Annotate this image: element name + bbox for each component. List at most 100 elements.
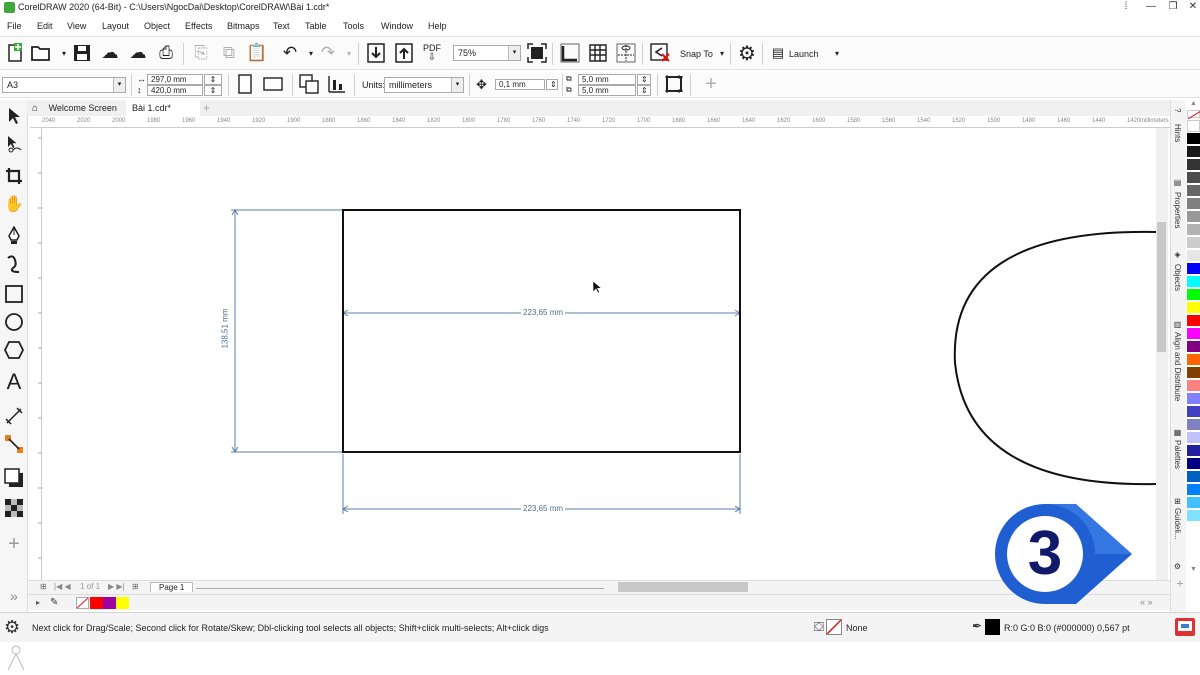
show-rulers-icon[interactable]: [559, 42, 581, 64]
palette-swatch[interactable]: [1187, 185, 1200, 197]
publish-pdf-icon[interactable]: PDF ⇩: [421, 42, 443, 64]
vertical-dimension-line[interactable]: [231, 209, 343, 453]
ellipse-shape[interactable]: [953, 230, 1157, 486]
no-color-swatch[interactable]: [1187, 110, 1200, 120]
nudge-distance-field[interactable]: 0,1 mm: [495, 79, 545, 90]
menu-view[interactable]: View: [67, 21, 86, 31]
launch-label[interactable]: Launch: [789, 49, 819, 59]
undo-icon[interactable]: ↶: [279, 42, 301, 64]
palette-swatch[interactable]: [1187, 133, 1200, 145]
palette-swatch[interactable]: [1187, 276, 1200, 288]
snap-to-label[interactable]: Snap To: [680, 49, 713, 59]
paste-icon[interactable]: 📋: [246, 42, 268, 64]
palette-swatch[interactable]: [1187, 224, 1200, 236]
redo-dropdown-icon[interactable]: ▾: [338, 42, 360, 64]
doc-swatch-yellow[interactable]: [116, 597, 129, 609]
horizontal-scrollbar-thumb[interactable]: [618, 582, 748, 592]
menu-file[interactable]: File: [7, 21, 22, 31]
page-border-icon[interactable]: [663, 73, 685, 95]
page-height-field[interactable]: 420,0 mm: [147, 85, 203, 96]
launch-application-icon[interactable]: ▤: [767, 42, 789, 64]
add-icon[interactable]: +: [700, 73, 722, 95]
palette-swatch[interactable]: [1187, 484, 1200, 496]
current-page-icon[interactable]: [326, 73, 348, 95]
palette-swatch[interactable]: [1187, 458, 1200, 470]
duplicate-distance-y-field[interactable]: 5,0 mm: [578, 85, 636, 96]
text-tool-icon[interactable]: A: [3, 369, 25, 394]
outline-pen-icon[interactable]: ✒: [972, 619, 982, 633]
docker-tab-properties[interactable]: Properties: [1173, 192, 1182, 228]
pick-tool-icon[interactable]: [3, 104, 25, 128]
docker-tab-objects[interactable]: Objects: [1173, 264, 1182, 291]
menu-window[interactable]: Window: [381, 21, 413, 31]
docker-tab-palettes[interactable]: Palettes: [1173, 440, 1182, 469]
snap-off-icon[interactable]: [649, 42, 671, 64]
all-pages-icon[interactable]: [298, 73, 320, 95]
docker-settings-icon[interactable]: ⚙: [1173, 562, 1182, 571]
options-gear-icon[interactable]: ⚙: [736, 42, 758, 65]
next-page-icon[interactable]: ▶ ▶|: [108, 582, 125, 591]
palette-swatch[interactable]: [1187, 354, 1200, 366]
crop-tool-icon[interactable]: [3, 164, 25, 188]
parallel-dimension-tool-icon[interactable]: [3, 404, 25, 428]
palette-scroll-down-icon[interactable]: ▼: [1187, 566, 1200, 576]
doc-no-color-swatch[interactable]: [76, 597, 89, 609]
copy-icon[interactable]: ⧉: [218, 42, 240, 64]
palette-swatch[interactable]: [1187, 146, 1200, 158]
dup-y-spinner[interactable]: ⇕: [637, 85, 651, 96]
tab-welcome-screen[interactable]: ⌂ Welcome Screen: [26, 100, 124, 116]
export-icon[interactable]: [393, 42, 415, 64]
launch-dropdown-icon[interactable]: ▾: [826, 42, 848, 64]
restore-button[interactable]: ❐: [1162, 0, 1184, 16]
tab-bai-1[interactable]: Bài 1.cdr*: [126, 100, 200, 116]
docker-tab-hints[interactable]: Hints: [1173, 124, 1182, 142]
palette-swatch[interactable]: [1187, 393, 1200, 405]
palette-swatch[interactable]: [1187, 510, 1200, 522]
doc-palette-arrows-icon[interactable]: « »: [1140, 597, 1153, 607]
artistic-media-tool-icon[interactable]: [3, 252, 25, 276]
shape-tool-icon[interactable]: [3, 132, 25, 156]
add-page-icon[interactable]: ⊞: [132, 582, 139, 591]
polygon-tool-icon[interactable]: [3, 338, 25, 362]
rectangle-tool-icon[interactable]: [3, 282, 25, 306]
save-icon[interactable]: [71, 42, 93, 64]
landscape-orientation-icon[interactable]: [262, 73, 284, 95]
palette-swatch[interactable]: [1187, 263, 1200, 275]
import-icon[interactable]: [365, 42, 387, 64]
new-tab-plus-icon[interactable]: +: [200, 100, 216, 116]
menu-tools[interactable]: Tools: [343, 21, 364, 31]
duplicate-distance-x-field[interactable]: 5,0 mm: [578, 74, 636, 85]
palette-swatch[interactable]: [1187, 445, 1200, 457]
palette-menu-icon[interactable]: ▸: [36, 598, 40, 607]
menu-layout[interactable]: Layout: [102, 21, 129, 31]
outline-color-swatch[interactable]: [985, 619, 1000, 635]
previous-page-icon[interactable]: |◀ ◀: [54, 582, 71, 591]
menu-help[interactable]: Help: [428, 21, 447, 31]
vertical-scrollbar[interactable]: [1156, 128, 1168, 580]
palette-swatch[interactable]: [1187, 432, 1200, 444]
connector-tool-icon[interactable]: [3, 432, 25, 456]
new-document-icon[interactable]: [4, 42, 26, 64]
quick-customize-add-icon[interactable]: +: [3, 532, 25, 556]
docker-add-icon[interactable]: +: [1173, 580, 1187, 587]
palette-swatch[interactable]: [1187, 471, 1200, 483]
ellipse-tool-icon[interactable]: [3, 310, 25, 334]
menu-bitmaps[interactable]: Bitmaps: [227, 21, 260, 31]
copy-properties-icon[interactable]: ⎘: [190, 42, 212, 64]
interactive-fill-tool-icon[interactable]: [3, 496, 25, 520]
palette-swatch[interactable]: [1187, 367, 1200, 379]
menu-dots-icon[interactable]: ⁞: [1115, 0, 1137, 16]
redo-icon[interactable]: ↷: [317, 42, 339, 64]
docker-tab-guidelines[interactable]: Guideli...: [1173, 508, 1182, 540]
minimize-button[interactable]: —: [1140, 0, 1162, 16]
dup-x-spinner[interactable]: ⇕: [637, 74, 651, 85]
palette-swatch[interactable]: [1187, 315, 1200, 327]
page-size-select[interactable]: A3 ▾: [2, 77, 126, 93]
cloud-sync-icon[interactable]: ☁: [127, 42, 149, 64]
close-button[interactable]: ✕: [1182, 0, 1200, 16]
zoom-level-select[interactable]: 75% ▾: [453, 45, 521, 61]
docker-tab-align[interactable]: Align and Distribute: [1173, 332, 1182, 401]
menu-edit[interactable]: Edit: [37, 21, 53, 31]
palette-swatch[interactable]: [1187, 159, 1200, 171]
palette-swatch[interactable]: [1187, 497, 1200, 509]
